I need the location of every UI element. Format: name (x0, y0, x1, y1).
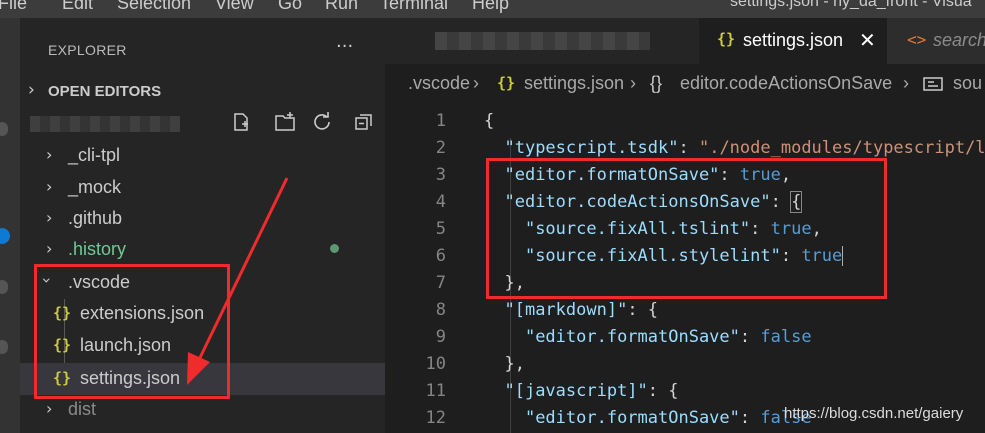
arrow-head (187, 352, 210, 385)
watermark: https://blog.csdn.net/gaiery (784, 405, 964, 422)
annotation-arrow-icon (187, 177, 289, 385)
arrow-shaft (194, 177, 289, 367)
